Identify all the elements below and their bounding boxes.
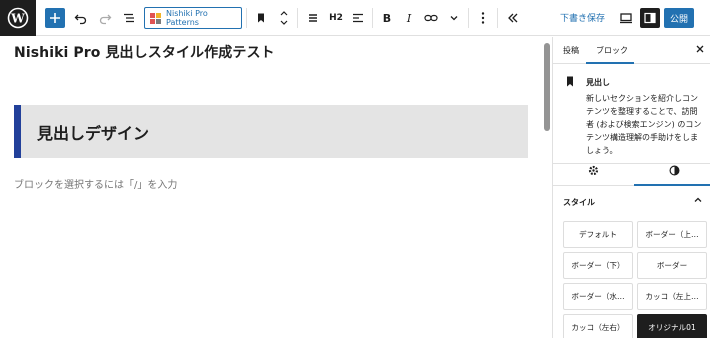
toolbar-divider bbox=[372, 8, 373, 28]
block-type-button[interactable] bbox=[253, 6, 269, 30]
style-option-border-top[interactable]: ボーダー（上… bbox=[637, 221, 707, 248]
text-align-button[interactable] bbox=[350, 6, 366, 30]
italic-icon: I bbox=[406, 11, 412, 25]
tab-block[interactable]: ブロック bbox=[596, 45, 628, 56]
document-overview-button[interactable] bbox=[120, 6, 138, 30]
block-inserter-button[interactable] bbox=[45, 8, 65, 28]
chevron-up-icon[interactable] bbox=[693, 195, 703, 205]
style-option-original01[interactable]: オリジナル01 bbox=[637, 314, 707, 338]
toolbar-divider bbox=[497, 8, 498, 28]
sidebar-tabs: 投稿 ブロック bbox=[553, 37, 710, 64]
settings-toggle-button[interactable] bbox=[640, 8, 660, 28]
sidebar-icon bbox=[644, 12, 656, 24]
block-inspector-tabs bbox=[553, 154, 710, 186]
bold-button[interactable]: B bbox=[380, 6, 394, 30]
contrast-icon bbox=[669, 165, 679, 175]
gear-icon bbox=[588, 165, 598, 175]
block-placeholder[interactable]: ブロックを選択するには「/」を入力 bbox=[14, 176, 177, 191]
undo-icon bbox=[74, 14, 87, 25]
style-option-border[interactable]: ボーダー bbox=[637, 252, 707, 279]
heading-text[interactable]: 見出しデザイン bbox=[37, 120, 149, 144]
style-options-grid: デフォルト ボーダー（上… ボーダー（下） ボーダー ボーダー（水… カッコ（左… bbox=[563, 221, 707, 338]
close-sidebar-button[interactable] bbox=[696, 43, 704, 56]
svg-text:W: W bbox=[10, 12, 25, 26]
more-vertical-icon bbox=[481, 12, 485, 24]
align-button[interactable] bbox=[305, 6, 321, 30]
patterns-icon bbox=[150, 12, 161, 24]
settings-sidebar: 投稿 ブロック 見出し 新しいセクションを紹介しコンテンツを整理することで、訪問… bbox=[552, 37, 710, 338]
post-title[interactable]: Nishiki Pro 見出しスタイル作成テスト bbox=[14, 42, 275, 62]
align-icon bbox=[309, 14, 317, 22]
link-icon bbox=[424, 14, 438, 22]
toolbar-divider bbox=[297, 8, 298, 28]
tab-post[interactable]: 投稿 bbox=[563, 45, 579, 56]
save-draft-button[interactable]: 下書き保存 bbox=[560, 11, 605, 24]
bold-icon: B bbox=[382, 11, 392, 25]
style-option-border-horizontal[interactable]: ボーダー（水… bbox=[563, 283, 633, 310]
preview-button[interactable] bbox=[617, 6, 635, 30]
style-option-default[interactable]: デフォルト bbox=[563, 221, 633, 248]
toolbar-divider bbox=[246, 8, 247, 28]
heading-block[interactable]: 見出しデザイン bbox=[14, 105, 528, 158]
redo-button[interactable] bbox=[96, 6, 114, 30]
chevron-down-icon bbox=[450, 16, 458, 21]
bookmark-icon bbox=[258, 13, 264, 23]
toolbar-divider bbox=[468, 8, 469, 28]
heading-level-button[interactable]: H2 bbox=[327, 6, 345, 30]
link-button[interactable] bbox=[423, 6, 439, 30]
styles-panel-title[interactable]: スタイル bbox=[563, 197, 595, 208]
text-align-left-icon bbox=[353, 13, 363, 23]
collapse-toolbar-button[interactable] bbox=[505, 6, 521, 30]
list-view-icon bbox=[124, 13, 134, 23]
block-card: 見出し 新しいセクションを紹介しコンテンツを整理することで、訪問者 (および検索… bbox=[553, 64, 710, 164]
desktop-icon bbox=[620, 13, 632, 24]
publish-button[interactable]: 公開 bbox=[664, 8, 694, 28]
patterns-label: Nishiki Pro Patterns bbox=[166, 9, 208, 27]
patterns-button[interactable]: Nishiki Pro Patterns bbox=[144, 7, 242, 29]
style-option-border-bottom[interactable]: ボーダー（下） bbox=[563, 252, 633, 279]
wordpress-logo-button[interactable]: W bbox=[0, 0, 36, 36]
style-option-bracket-top-left[interactable]: カッコ（左上… bbox=[637, 283, 707, 310]
block-options-button[interactable] bbox=[476, 6, 490, 30]
plus-icon bbox=[50, 13, 60, 23]
wordpress-icon: W bbox=[7, 7, 29, 29]
bookmark-icon bbox=[567, 76, 573, 87]
tab-styles[interactable] bbox=[666, 162, 682, 178]
active-subtab-indicator bbox=[634, 184, 710, 186]
move-up-down-button[interactable] bbox=[277, 6, 291, 30]
block-name: 見出し bbox=[586, 78, 610, 87]
chevron-up-down-icon bbox=[280, 11, 288, 25]
style-option-bracket-left-right[interactable]: カッコ（左右） bbox=[563, 314, 633, 338]
editor-scrollbar-thumb[interactable] bbox=[544, 43, 550, 131]
tab-settings[interactable] bbox=[585, 162, 601, 178]
italic-button[interactable]: I bbox=[402, 6, 416, 30]
more-formats-button[interactable] bbox=[447, 6, 461, 30]
close-icon bbox=[696, 45, 704, 53]
block-description: 新しいセクションを紹介しコンテンツを整理することで、訪問者 (および検索エンジン… bbox=[586, 94, 702, 155]
double-chevron-left-icon bbox=[508, 13, 518, 23]
editor-toolbar: W Nishiki Pro Patterns H2 B I 下書き保存 公開 bbox=[0, 0, 710, 36]
redo-icon bbox=[99, 14, 112, 25]
undo-button[interactable] bbox=[72, 6, 90, 30]
